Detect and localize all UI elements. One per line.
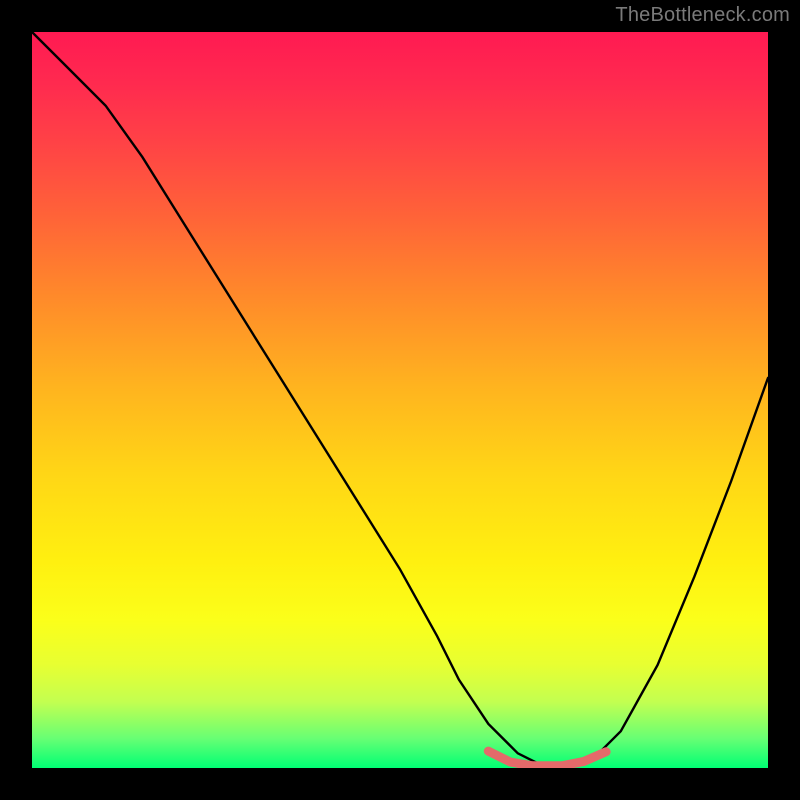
chart-frame — [32, 32, 768, 768]
optimal-range-highlight — [488, 751, 606, 766]
watermark-text: TheBottleneck.com — [615, 4, 790, 27]
bottleneck-chart — [32, 32, 768, 768]
bottleneck-curve — [32, 32, 768, 768]
